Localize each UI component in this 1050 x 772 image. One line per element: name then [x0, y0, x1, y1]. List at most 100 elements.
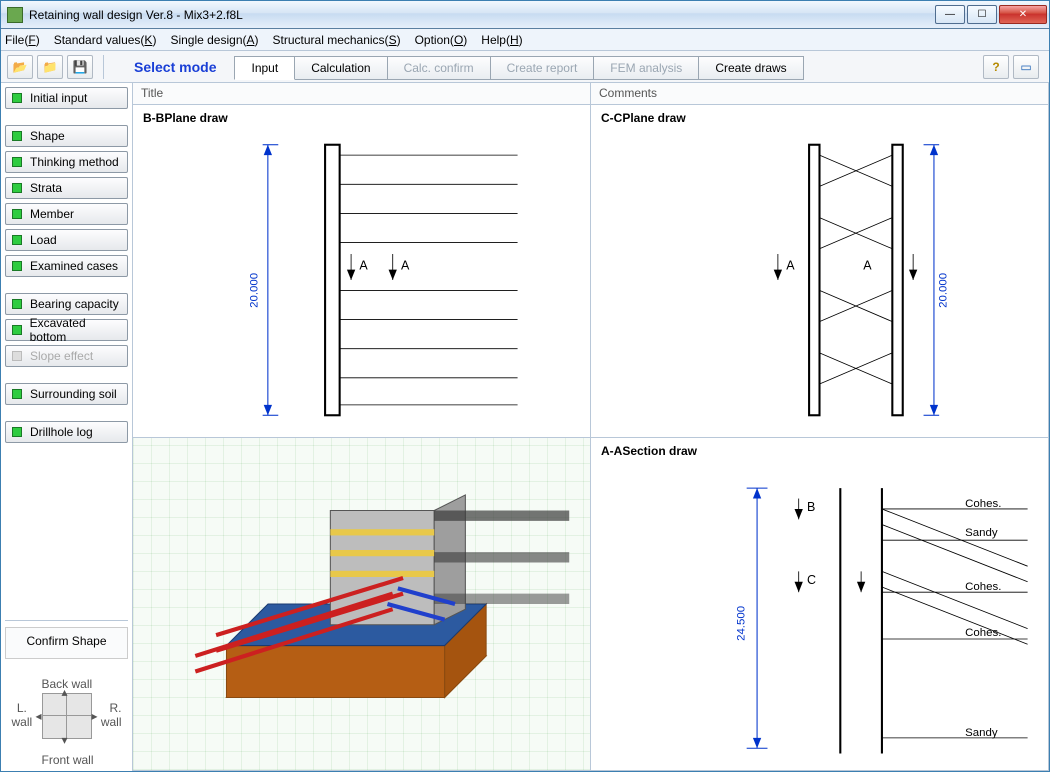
- mode-tabs: Input Calculation Calc. confirm Create r…: [234, 54, 802, 80]
- close-button[interactable]: ✕: [999, 5, 1047, 24]
- svg-text:Cohes.: Cohes.: [965, 627, 1001, 639]
- confirm-shape-label: Confirm Shape: [5, 627, 128, 659]
- window-title: Retaining wall design Ver.8 - Mix3+2.f8L: [29, 8, 933, 22]
- sidebar-item-thinking-method[interactable]: Thinking method: [5, 151, 128, 173]
- settings-button[interactable]: ▭: [1013, 55, 1039, 79]
- status-dot-icon: [12, 93, 22, 103]
- svg-text:Sandy: Sandy: [965, 727, 998, 739]
- svg-text:20.000: 20.000: [248, 273, 260, 308]
- menu-structural-mechanics[interactable]: Structural mechanics(S): [273, 33, 401, 47]
- card-icon: ▭: [1020, 60, 1031, 74]
- tab-fem-analysis[interactable]: FEM analysis: [593, 56, 699, 80]
- tab-input[interactable]: Input: [234, 56, 295, 80]
- question-icon: ?: [992, 60, 999, 74]
- sidebar-item-member[interactable]: Member: [5, 203, 128, 225]
- help-button[interactable]: ?: [983, 55, 1009, 79]
- svg-text:B: B: [807, 500, 815, 514]
- status-dot-icon: [12, 351, 22, 361]
- menubar: File(F) Standard values(K) Single design…: [1, 29, 1049, 51]
- menu-option[interactable]: Option(O): [415, 33, 468, 47]
- column-header-title: Title: [133, 83, 591, 105]
- sidebar-item-bearing-capacity[interactable]: Bearing capacity: [5, 293, 128, 315]
- sidebar-item-strata[interactable]: Strata: [5, 177, 128, 199]
- toolbar: 📂 📁 💾 Select mode Input Calculation Calc…: [1, 51, 1049, 83]
- sidebar-item-initial-input[interactable]: Initial input: [5, 87, 128, 109]
- wall-compass[interactable]: Back wall L.wall R.wall Front wall ◂ ▸ ▴…: [12, 667, 122, 767]
- sidebar-label: Slope effect: [30, 349, 93, 363]
- status-dot-icon: [12, 299, 22, 309]
- folder-icon: 📁: [43, 60, 58, 74]
- status-dot-icon: [12, 209, 22, 219]
- save-button[interactable]: 💾: [67, 55, 93, 79]
- panel-title: B-BPlane draw: [143, 111, 580, 125]
- status-dot-icon: [12, 325, 22, 335]
- panel-bb-plane[interactable]: B-BPlane draw 20.000: [133, 105, 591, 438]
- app-icon: [7, 7, 23, 23]
- panel-aa-section[interactable]: A-ASection draw 24.500: [591, 438, 1049, 771]
- status-dot-icon: [12, 261, 22, 271]
- sidebar-label: Bearing capacity: [30, 297, 119, 311]
- maximize-button[interactable]: ☐: [967, 5, 997, 24]
- svg-text:C: C: [807, 573, 816, 587]
- svg-text:A: A: [863, 259, 872, 273]
- status-dot-icon: [12, 235, 22, 245]
- sidebar-label: Examined cases: [30, 259, 118, 273]
- compass-left-label: L.wall: [12, 701, 33, 729]
- panel-3d-view[interactable]: [133, 438, 591, 771]
- sidebar-label: Initial input: [30, 91, 87, 105]
- sidebar-item-load[interactable]: Load: [5, 229, 128, 251]
- mode-label: Select mode: [134, 59, 216, 75]
- status-dot-icon: [12, 183, 22, 193]
- tab-create-report[interactable]: Create report: [490, 56, 595, 80]
- canvas-area: Title Comments B-BPlane draw 20.000: [133, 83, 1049, 771]
- sidebar-label: Member: [30, 207, 74, 221]
- bb-plane-diagram: 20.000: [143, 129, 580, 431]
- aa-section-diagram: 24.500: [601, 462, 1038, 764]
- status-dot-icon: [12, 157, 22, 167]
- column-header-comments: Comments: [591, 83, 1049, 105]
- confirm-shape-panel: Confirm Shape Back wall L.wall R.wall Fr…: [5, 620, 128, 767]
- compass-front-label: Front wall: [42, 753, 94, 767]
- status-dot-icon: [12, 427, 22, 437]
- sidebar-item-surrounding-soil[interactable]: Surrounding soil: [5, 383, 128, 405]
- panel-title: C-CPlane draw: [601, 111, 1038, 125]
- sidebar-label: Strata: [30, 181, 62, 195]
- separator: [103, 55, 104, 79]
- sidebar-item-shape[interactable]: Shape: [5, 125, 128, 147]
- compass-right-label: R.wall: [101, 701, 122, 729]
- view-3d[interactable]: [133, 438, 590, 770]
- tab-create-draws[interactable]: Create draws: [698, 56, 803, 80]
- folder-open-icon: 📂: [13, 60, 28, 74]
- svg-text:A: A: [401, 259, 410, 273]
- panel-title: A-ASection draw: [601, 444, 1038, 458]
- svg-text:A: A: [359, 259, 368, 273]
- sidebar-label: Thinking method: [30, 155, 119, 169]
- titlebar: Retaining wall design Ver.8 - Mix3+2.f8L…: [1, 1, 1049, 29]
- sidebar-label: Drillhole log: [30, 425, 93, 439]
- svg-text:20.000: 20.000: [937, 273, 949, 308]
- status-dot-icon: [12, 389, 22, 399]
- sidebar-item-examined-cases[interactable]: Examined cases: [5, 255, 128, 277]
- minimize-button[interactable]: —: [935, 5, 965, 24]
- tab-calc-confirm[interactable]: Calc. confirm: [387, 56, 491, 80]
- status-dot-icon: [12, 131, 22, 141]
- sidebar-item-excavated-bottom[interactable]: Excavated bottom: [5, 319, 128, 341]
- tab-calculation[interactable]: Calculation: [294, 56, 387, 80]
- sidebar-item-drillhole-log[interactable]: Drillhole log: [5, 421, 128, 443]
- menu-single-design[interactable]: Single design(A): [170, 33, 258, 47]
- sidebar-item-slope-effect: Slope effect: [5, 345, 128, 367]
- sidebar-label: Surrounding soil: [30, 387, 117, 401]
- sidebar-label: Load: [30, 233, 57, 247]
- menu-help[interactable]: Help(H): [481, 33, 522, 47]
- sidebar-label: Excavated bottom: [30, 316, 121, 344]
- sidebar: Initial input Shape Thinking method Stra…: [1, 83, 133, 771]
- open-alt-button[interactable]: 📁: [37, 55, 63, 79]
- model-3d-icon: [133, 438, 590, 770]
- floppy-icon: 💾: [73, 60, 88, 74]
- panel-cc-plane[interactable]: C-CPlane draw 20.000: [591, 105, 1049, 438]
- menu-file[interactable]: File(F): [5, 33, 40, 47]
- open-button[interactable]: 📂: [7, 55, 33, 79]
- svg-text:Cohes.: Cohes.: [965, 498, 1001, 510]
- svg-text:Sandy: Sandy: [965, 527, 998, 539]
- menu-standard-values[interactable]: Standard values(K): [54, 33, 157, 47]
